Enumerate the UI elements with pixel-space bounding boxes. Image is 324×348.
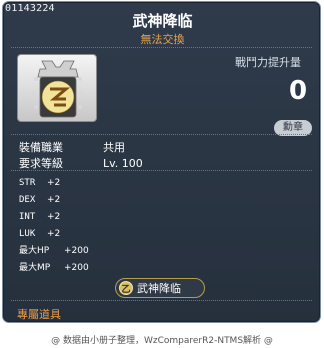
stat-row: 最大MP +200	[19, 260, 89, 277]
stat-value: +2	[47, 212, 61, 222]
stat-row: 最大HP +200	[19, 243, 89, 260]
stat-row: STR +2	[19, 175, 89, 192]
item-name: 武神降临	[132, 12, 193, 30]
stat-value: +2	[47, 178, 61, 188]
divider	[11, 170, 312, 171]
requirement-value: 共用	[103, 141, 125, 154]
set-effect-button[interactable]: 乙 武神降临	[115, 278, 205, 298]
stat-name: INT	[19, 212, 36, 222]
item-tooltip: 01143224 武神降临 無法交換 戰鬥力提升量 0 勳章 裝備職業 共用 要…	[2, 1, 321, 323]
stat-name: LUK	[19, 229, 36, 239]
source-credit: @ 数据由小册子整理，WzComparerR2-NTMS解析 @	[51, 336, 273, 346]
exclusive-item-label: 專屬道具	[17, 308, 61, 321]
divider	[11, 134, 312, 135]
requirements: 裝備職業 共用 要求等級 Lv. 100	[19, 140, 143, 172]
stat-row: DEX +2	[19, 192, 89, 209]
wu-shen-medal-icon	[32, 60, 84, 118]
set-emblem-icon: 乙	[119, 281, 133, 295]
stat-name: 最大HP	[19, 246, 50, 256]
stat-row: LUK +2	[19, 226, 89, 243]
item-icon-frame	[17, 54, 97, 122]
stat-row: INT +2	[19, 209, 89, 226]
divider	[11, 300, 312, 301]
stat-value: +2	[47, 195, 61, 205]
requirement-label: 裝備職業	[19, 141, 63, 154]
stat-value: +200	[64, 263, 89, 273]
requirement-row: 裝備職業 共用	[19, 140, 143, 156]
stat-value: +2	[47, 229, 61, 239]
stat-name: 最大MP	[19, 263, 51, 273]
set-effect-label: 武神降临	[137, 282, 181, 295]
trade-restriction: 無法交換	[140, 33, 185, 46]
stat-value: +200	[64, 246, 89, 256]
stat-list: STR +2 DEX +2 INT +2 LUK +2 最大HP +200 最大…	[19, 175, 89, 277]
stat-name: DEX	[19, 195, 36, 205]
power-increase-label: 戰鬥力提升量	[235, 56, 301, 69]
power-increase-value: 0	[289, 76, 308, 106]
divider	[11, 47, 312, 48]
stat-name: STR	[19, 178, 36, 188]
